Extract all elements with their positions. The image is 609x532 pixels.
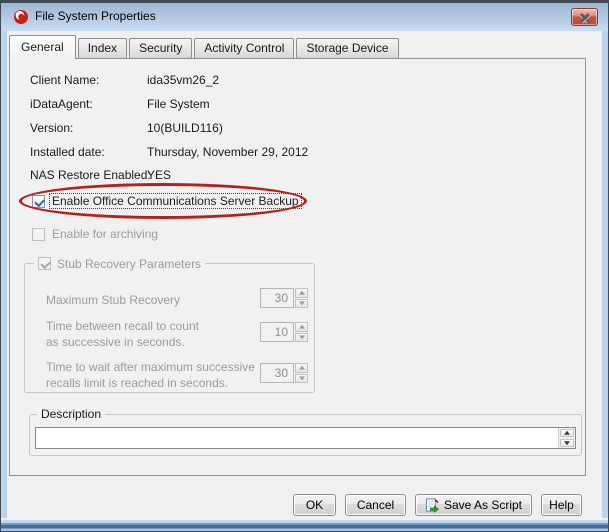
window-title: File System Properties [35, 9, 156, 23]
help-button-label: Help [549, 498, 574, 512]
version-label: Version: [30, 121, 73, 135]
spinner-down-icon [295, 299, 308, 309]
info-row-idataagent: iDataAgent: File System [10, 97, 585, 112]
idataagent-value: File System [147, 97, 210, 111]
info-row-client-name: Client Name: ida35vm26_2 [10, 73, 585, 88]
enable-archiving-checkbox [32, 228, 45, 241]
description-input[interactable] [36, 428, 558, 448]
nas-restore-value: YES [147, 168, 171, 182]
nas-restore-label: NAS Restore Enabled: [30, 168, 151, 182]
window-border-bottom [1, 518, 608, 531]
tab-index[interactable]: Index [78, 38, 127, 58]
tab-general[interactable]: General [9, 35, 76, 59]
installed-date-value: Thursday, November 29, 2012 [147, 145, 308, 159]
time-to-wait-value: 30 [260, 363, 294, 383]
version-value: 10(BUILD116) [147, 121, 223, 135]
spinner-up-icon [295, 322, 308, 332]
max-stub-recovery-spinner: 30 [260, 288, 308, 308]
enable-ocs-backup-label[interactable]: Enable Office Communications Server Back… [50, 194, 301, 208]
description-field [35, 427, 576, 449]
description-spin-control [558, 428, 575, 448]
cancel-button-label: Cancel [357, 498, 394, 512]
file-system-properties-dialog: File System Properties General Index Sec… [0, 0, 609, 532]
info-row-nas-restore: NAS Restore Enabled: YES [10, 168, 585, 183]
tab-activity-control[interactable]: Activity Control [194, 38, 294, 58]
close-icon [579, 12, 590, 23]
time-between-recall-label: Time between recall to count as successi… [46, 318, 199, 350]
script-icon [425, 498, 440, 513]
scroll-down-icon[interactable] [560, 439, 574, 447]
time-to-wait-label: Time to wait after maximum successive re… [46, 359, 255, 391]
ok-button[interactable]: OK [293, 494, 336, 516]
time-between-recall-value: 10 [260, 322, 294, 342]
window-border-left [1, 31, 7, 531]
commvault-logo-icon [13, 9, 29, 25]
description-legend-label: Description [37, 407, 105, 421]
spinner-up-icon [295, 363, 308, 373]
idataagent-label: iDataAgent: [30, 97, 93, 111]
help-button[interactable]: Help [541, 494, 582, 516]
enable-ocs-backup-checkbox[interactable] [32, 195, 45, 208]
info-row-version: Version: 10(BUILD116) [10, 121, 585, 136]
stub-recovery-checkbox [38, 257, 51, 270]
tab-page-general: Client Name: ida35vm26_2 iDataAgent: Fil… [9, 58, 586, 476]
tab-storage-device[interactable]: Storage Device [296, 38, 398, 58]
info-row-installed-date: Installed date: Thursday, November 29, 2… [10, 145, 585, 160]
enable-archiving-label: Enable for archiving [50, 227, 160, 241]
tab-bar: General Index Security Activity Control … [9, 35, 401, 59]
client-name-value: ida35vm26_2 [147, 73, 219, 87]
stub-recovery-legend: Stub Recovery Parameters [34, 256, 205, 271]
tab-security[interactable]: Security [129, 38, 192, 58]
cancel-button[interactable]: Cancel [345, 494, 406, 516]
time-between-recall-spinner: 10 [260, 322, 308, 342]
spinner-down-icon [295, 333, 308, 343]
save-as-script-button-label: Save As Script [444, 498, 522, 512]
time-to-wait-spinner: 30 [260, 363, 308, 383]
client-name-label: Client Name: [30, 73, 99, 87]
stub-recovery-legend-label: Stub Recovery Parameters [57, 257, 201, 271]
close-button[interactable] [571, 8, 598, 26]
window-border-right [602, 31, 608, 531]
titlebar[interactable]: File System Properties [1, 1, 608, 31]
save-as-script-button[interactable]: Save As Script [415, 494, 532, 516]
ok-button-label: OK [306, 498, 323, 512]
spinner-up-icon [295, 288, 308, 298]
max-stub-recovery-label: Maximum Stub Recovery [46, 292, 180, 308]
max-stub-recovery-value: 30 [260, 288, 294, 308]
spinner-down-icon [295, 374, 308, 384]
installed-date-label: Installed date: [30, 145, 105, 159]
scroll-up-icon[interactable] [560, 429, 574, 437]
